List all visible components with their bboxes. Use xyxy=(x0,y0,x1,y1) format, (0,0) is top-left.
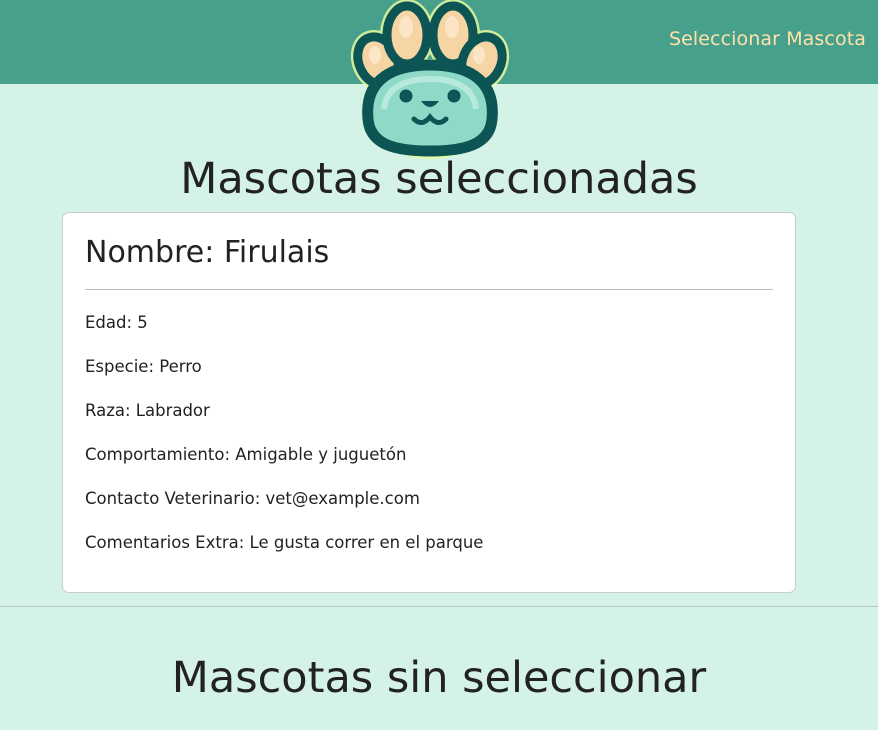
pet-vet-contact: Contacto Veterinario: vet@example.com xyxy=(85,489,420,508)
unselected-pets-heading: Mascotas sin seleccionar xyxy=(171,653,707,703)
section-divider xyxy=(0,606,878,607)
card-divider xyxy=(85,289,773,290)
pet-breed: Raza: Labrador xyxy=(85,401,210,420)
pet-species: Especie: Perro xyxy=(85,357,202,376)
select-pet-link[interactable]: Seleccionar Mascota xyxy=(669,28,866,50)
pet-extra-comments: Comentarios Extra: Le gusta correr en el… xyxy=(85,533,484,552)
selected-pets-heading: Mascotas seleccionadas xyxy=(180,154,698,204)
paw-logo-icon xyxy=(336,0,524,164)
pet-card: Nombre: Firulais Edad: 5 Especie: Perro … xyxy=(62,212,796,593)
pet-name: Nombre: Firulais xyxy=(85,235,330,270)
pet-age: Edad: 5 xyxy=(85,313,148,332)
pet-behavior: Comportamiento: Amigable y juguetón xyxy=(85,445,407,464)
